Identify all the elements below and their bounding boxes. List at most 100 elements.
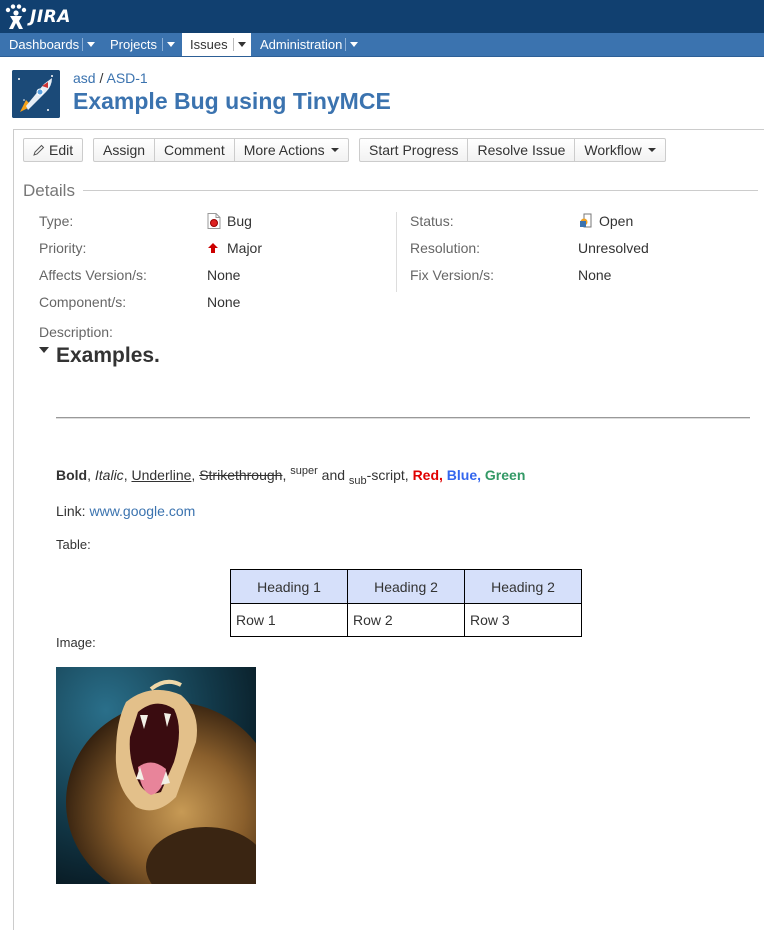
nav-dashboards[interactable]: Dashboards (0, 33, 100, 56)
fix-version-label: Fix Version/s: (410, 267, 495, 283)
details-divider (83, 190, 758, 191)
component-label: Component/s: (39, 294, 127, 310)
table-row: Row 1 Row 2 Row 3 (230, 603, 582, 637)
text-sep: , (439, 467, 447, 483)
roaring-lion-image (56, 667, 256, 884)
more-actions-label: More Actions (243, 142, 325, 158)
subscript-text: sub (348, 475, 367, 487)
bug-icon (207, 213, 221, 229)
superscript-text: super (290, 465, 318, 477)
table-label: Table: (56, 537, 91, 552)
affects-version-value: None (207, 267, 241, 283)
chevron-down-icon[interactable] (350, 42, 358, 47)
formatting-examples: Bold, Italic, Underline, Strikethrough, … (56, 465, 525, 487)
nav-separator (162, 38, 163, 51)
type-label: Type: (39, 213, 74, 229)
open-status-icon (580, 213, 592, 228)
jira-logo-icon (5, 4, 27, 29)
edit-label: Edit (49, 142, 74, 158)
table-header-row: Heading 1 Heading 2 Heading 2 (230, 569, 582, 604)
resolution-value: Unresolved (578, 240, 649, 256)
edit-button[interactable]: Edit (24, 139, 82, 161)
workflow-button[interactable]: Workflow (574, 139, 664, 161)
description-label: Description: (39, 324, 113, 340)
text-sep: , (477, 467, 485, 483)
status-label: Status: (410, 213, 454, 229)
component-value: None (207, 294, 241, 310)
resolve-issue-button[interactable]: Resolve Issue (467, 139, 574, 161)
issue-title: Example Bug using TinyMCE (73, 88, 391, 114)
start-progress-button[interactable]: Start Progress (360, 139, 467, 161)
project-avatar[interactable] (12, 70, 60, 118)
nav-separator (233, 38, 234, 51)
resolution-label: Resolution: (410, 240, 481, 256)
nav-issues-label: Issues (190, 37, 228, 52)
more-actions-button[interactable]: More Actions (233, 139, 348, 161)
nav-issues[interactable]: Issues (182, 33, 251, 56)
breadcrumb-project-link[interactable]: asd (73, 70, 96, 86)
collapse-triangle-icon[interactable] (39, 347, 49, 353)
bold-text: Bold (56, 467, 88, 483)
priority-text: Major (227, 240, 263, 256)
logo-text: JIRA (30, 7, 71, 27)
link-label: Link: (56, 503, 90, 519)
example-table: Heading 1 Heading 2 Heading 2 Row 1 Row … (230, 569, 582, 637)
status-value: Open (578, 213, 633, 229)
link-line: Link: www.google.com (56, 503, 195, 519)
nav-administration[interactable]: Administration (251, 33, 366, 56)
breadcrumb-separator: / (99, 70, 104, 86)
chevron-down-icon[interactable] (87, 42, 95, 47)
image-label: Image: (56, 635, 96, 650)
lion-photo (56, 667, 256, 884)
nav-dashboards-label: Dashboards (9, 37, 80, 52)
priority-label: Priority: (39, 240, 87, 256)
table-cell: Row 3 (464, 603, 582, 637)
nav-administration-label: Administration (260, 37, 343, 52)
top-header: JIRA (0, 0, 764, 33)
text-sep: , (87, 467, 95, 483)
script-text: -script, (366, 467, 413, 483)
pencil-icon (33, 144, 45, 156)
details-heading[interactable]: Details (23, 181, 75, 201)
type-value: Bug (207, 213, 252, 229)
italic-text: Italic (94, 467, 124, 483)
type-text: Bug (227, 213, 252, 229)
table-header-cell: Heading 1 (230, 569, 348, 604)
table-header-cell: Heading 2 (347, 569, 465, 604)
chevron-down-icon (647, 148, 656, 152)
details-column-divider (396, 212, 397, 292)
breadcrumb: asd / ASD-1 (73, 70, 148, 86)
workflow-button-group: Start Progress Resolve Issue Workflow (359, 138, 666, 162)
fix-version-value: None (578, 267, 612, 283)
main-nav: Dashboards Projects Issues Administratio… (0, 33, 764, 57)
and-text: and (317, 467, 349, 483)
comment-button[interactable]: Comment (154, 139, 234, 161)
jira-logo[interactable]: JIRA (4, 2, 71, 32)
red-text: Red (412, 467, 440, 483)
description-divider (56, 417, 750, 419)
chevron-down-icon[interactable] (167, 42, 175, 47)
major-priority-arrow-icon (208, 243, 218, 253)
underline-text: Underline (131, 467, 192, 483)
assign-button[interactable]: Assign (94, 139, 154, 161)
edit-button-group: Edit (23, 138, 84, 162)
affects-version-label: Affects Version/s: (39, 267, 147, 283)
nav-projects[interactable]: Projects (101, 33, 181, 56)
breadcrumb-issue-key[interactable]: ASD-1 (106, 70, 147, 86)
nav-projects-label: Projects (110, 37, 157, 52)
chevron-down-icon (330, 148, 339, 152)
table-cell: Row 2 (347, 603, 465, 637)
rocket-project-avatar-icon (12, 70, 60, 118)
table-header-cell: Heading 2 (464, 569, 582, 604)
priority-value: Major (207, 240, 262, 256)
google-link[interactable]: www.google.com (89, 503, 195, 519)
blue-text: Blue (446, 467, 478, 483)
nav-separator (82, 38, 83, 51)
workflow-label: Workflow (584, 142, 642, 158)
green-text: Green (484, 467, 526, 483)
strikethrough-text: Strikethrough (199, 467, 283, 483)
chevron-down-icon[interactable] (238, 42, 246, 47)
status-text: Open (599, 213, 634, 229)
nav-separator (345, 38, 346, 51)
table-cell: Row 1 (230, 603, 348, 637)
